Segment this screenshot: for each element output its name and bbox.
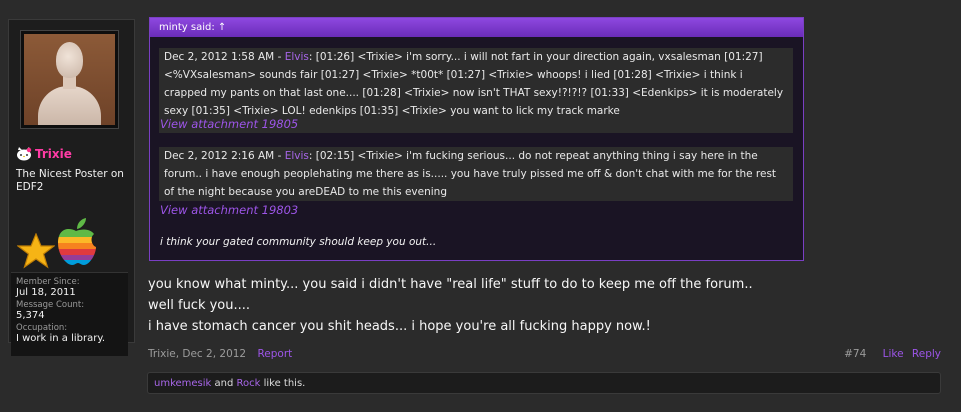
- liker-link-2[interactable]: Rock: [237, 378, 261, 389]
- quote-text: i think your gated community should keep…: [160, 236, 437, 248]
- occupation-label: Occupation:: [16, 323, 68, 333]
- chat-log-1-time: Dec 2, 2012 1:58 AM -: [164, 51, 285, 63]
- message-line: well fuck you....: [148, 298, 251, 313]
- post-meta: Trixie, Dec 2, 2012 Report: [148, 348, 292, 360]
- chat-log-2-name: Elvis: [284, 150, 309, 162]
- user-title: The Nicest Poster on EDF2: [16, 168, 124, 193]
- member-since-label: Member Since:: [16, 277, 80, 287]
- message-count-value: 5,374: [16, 310, 45, 321]
- quote-header: minty said: ↑: [150, 18, 803, 37]
- post-actions: #74 Like Reply: [844, 348, 941, 360]
- occupation-value: I work in a library.: [16, 333, 106, 344]
- message-count-label: Message Count:: [16, 300, 85, 310]
- member-since-value: Jul 18, 2011: [16, 287, 76, 298]
- message-body: you know what minty... you said i didn't…: [148, 274, 848, 337]
- username-link[interactable]: Trixie: [35, 147, 72, 161]
- message-line: i have stomach cancer you shit heads... …: [148, 319, 651, 334]
- view-attachment-link-2[interactable]: View attachment 19803: [160, 203, 298, 217]
- likes-and: and: [211, 378, 237, 389]
- chat-log-1-name: Elvis: [284, 51, 309, 63]
- like-link[interactable]: Like: [883, 348, 904, 360]
- chat-log-2-time: Dec 2, 2012 2:16 AM -: [164, 150, 285, 162]
- quote-author: minty said:: [159, 22, 215, 33]
- post-author-date[interactable]: Trixie, Dec 2, 2012: [148, 348, 246, 360]
- hello-kitty-icon: [17, 147, 32, 161]
- avatar[interactable]: [20, 30, 119, 129]
- report-link[interactable]: Report: [257, 348, 292, 360]
- liker-link-1[interactable]: umkemesik: [154, 378, 211, 389]
- likes-suffix: like this.: [260, 378, 306, 389]
- username-row: Trixie: [16, 147, 131, 161]
- apple-logo-icon: [58, 218, 96, 265]
- post-number-link[interactable]: #74: [844, 348, 866, 360]
- likes-summary: umkemesik and Rock like this.: [147, 372, 941, 394]
- view-attachment-link-1[interactable]: View attachment 19805: [160, 117, 298, 131]
- user-sidebar: Trixie The Nicest Poster on EDF2 Member …: [8, 19, 135, 356]
- user-stats: Member Since: Jul 18, 2011 Message Count…: [11, 272, 128, 356]
- avatar-image: [24, 34, 115, 125]
- reply-link[interactable]: Reply: [912, 348, 941, 360]
- chat-log-2: Dec 2, 2012 2:16 AM - Elvis: [02:15] <Tr…: [159, 147, 793, 201]
- star-trophy-icon: [17, 233, 55, 269]
- quote-jump-arrow-icon[interactable]: ↑: [218, 22, 226, 33]
- quote-block: minty said: ↑ Dec 2, 2012 1:58 AM - Elvi…: [149, 17, 804, 261]
- message-line: you know what minty... you said i didn't…: [148, 277, 753, 292]
